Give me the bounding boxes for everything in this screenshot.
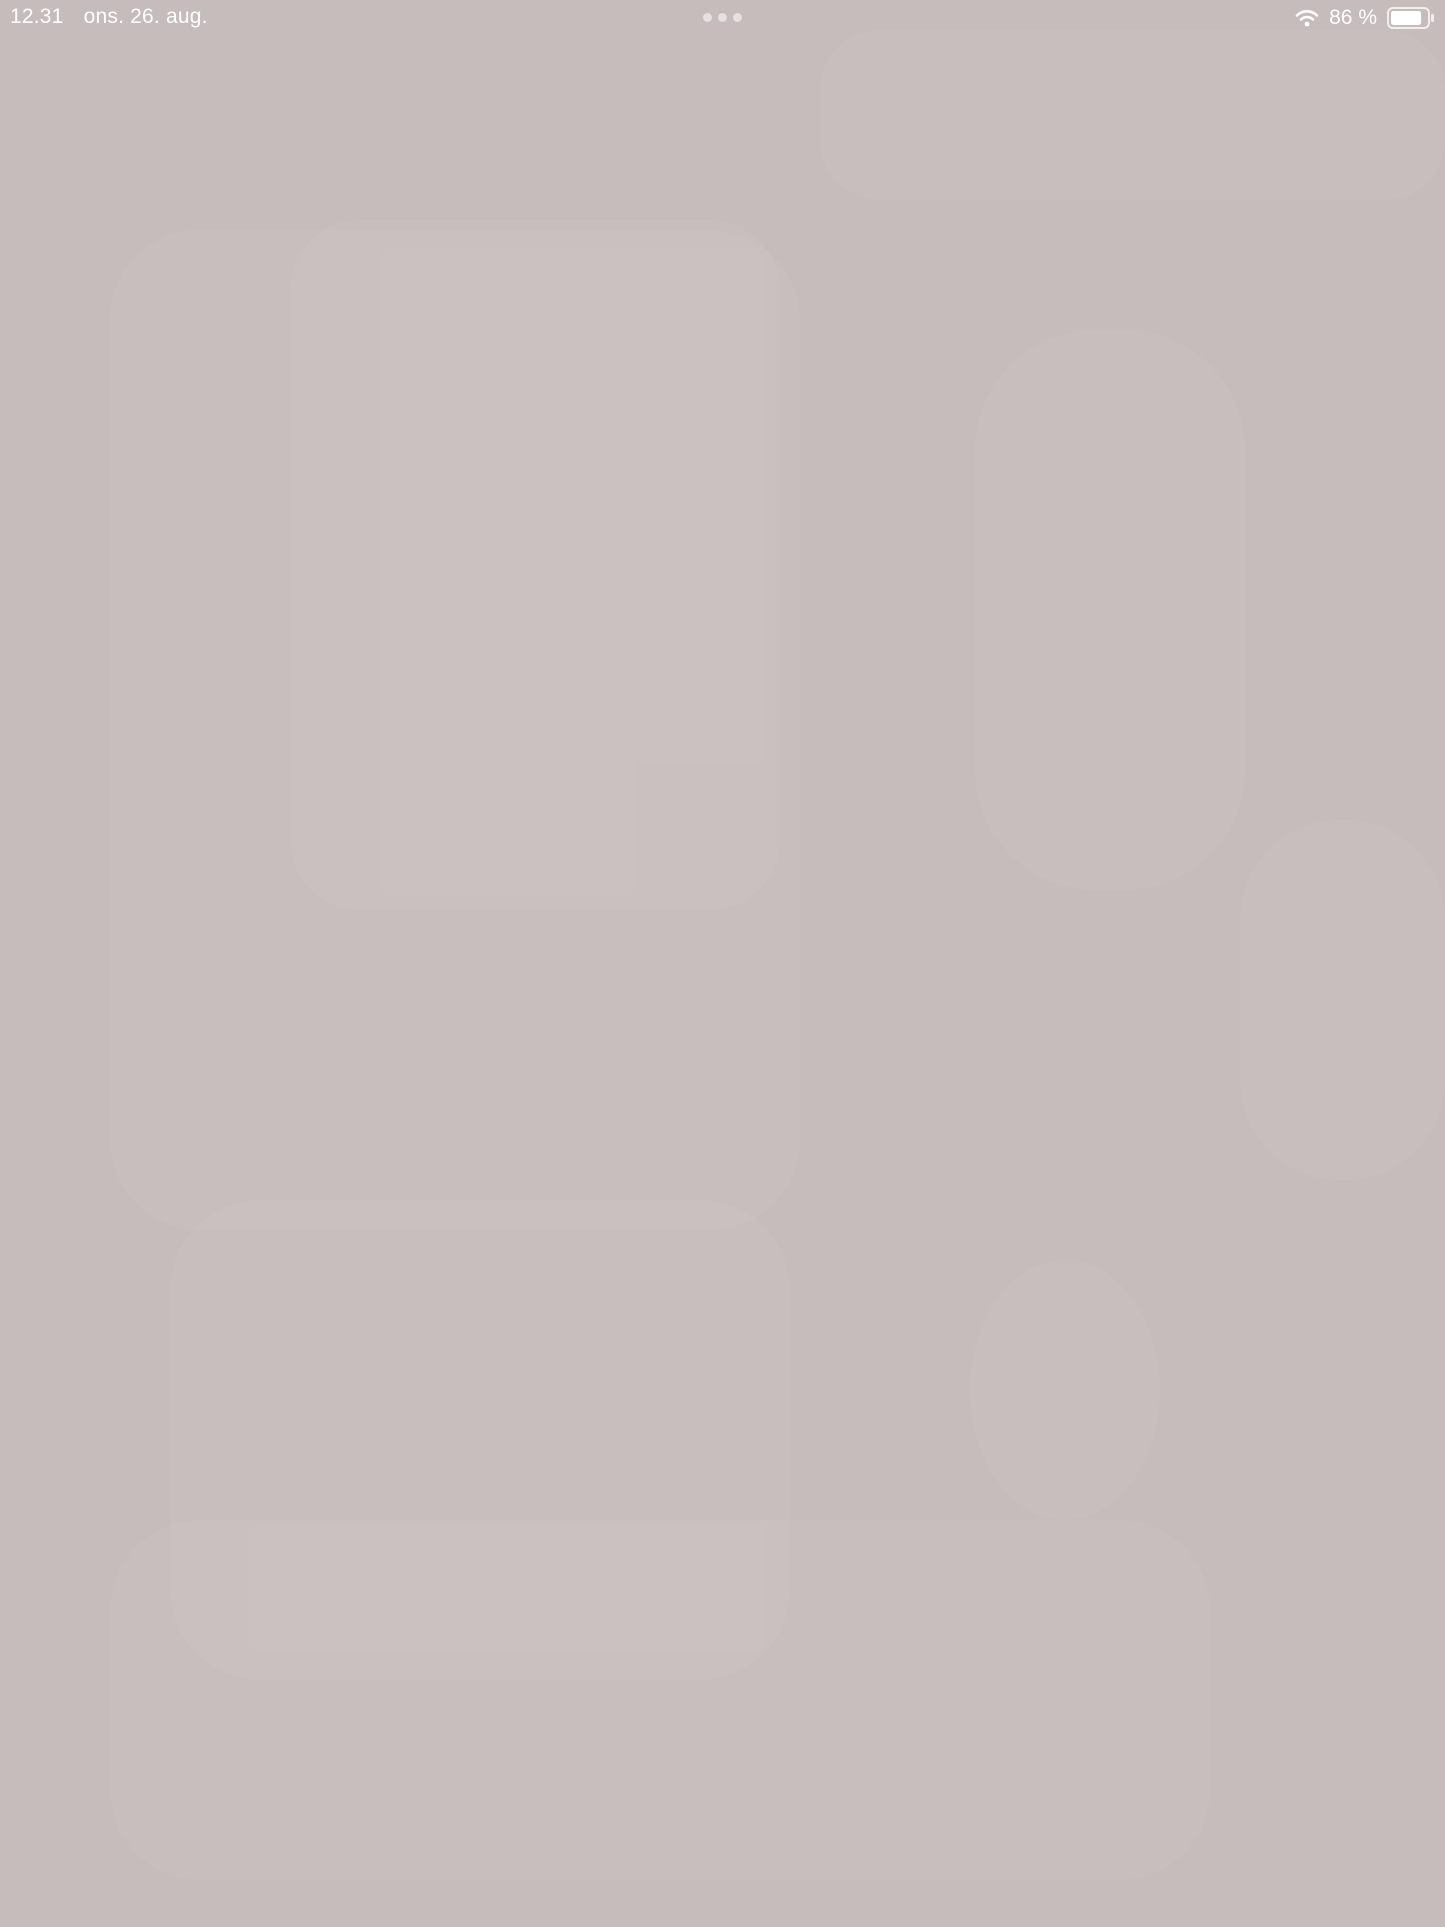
wallpaper-shape — [290, 220, 780, 910]
wallpaper-shape — [820, 30, 1445, 200]
multitasking-dot — [733, 13, 742, 22]
wallpaper — [0, 0, 1445, 1927]
wallpaper-shape — [110, 1520, 1210, 1880]
status-left: 12.31 ons. 26. aug. — [10, 5, 222, 29]
wallpaper-shape — [1240, 820, 1445, 1180]
status-right: 86 % — [1295, 5, 1435, 31]
multitasking-dot — [718, 13, 727, 22]
wallpaper-shape — [970, 1260, 1160, 1520]
battery-fill — [1391, 11, 1422, 25]
multitasking-dot — [703, 13, 712, 22]
status-date: ons. 26. aug. — [83, 5, 208, 28]
wifi-icon — [1295, 10, 1319, 27]
wallpaper-shape — [975, 330, 1245, 890]
status-time: 12.31 — [10, 5, 64, 28]
multitasking-dots-icon[interactable] — [703, 13, 743, 22]
battery-icon — [1387, 7, 1434, 29]
battery-percent: 86 % — [1329, 6, 1377, 29]
status-bar: 12.31 ons. 26. aug. 86 % — [0, 0, 1445, 36]
